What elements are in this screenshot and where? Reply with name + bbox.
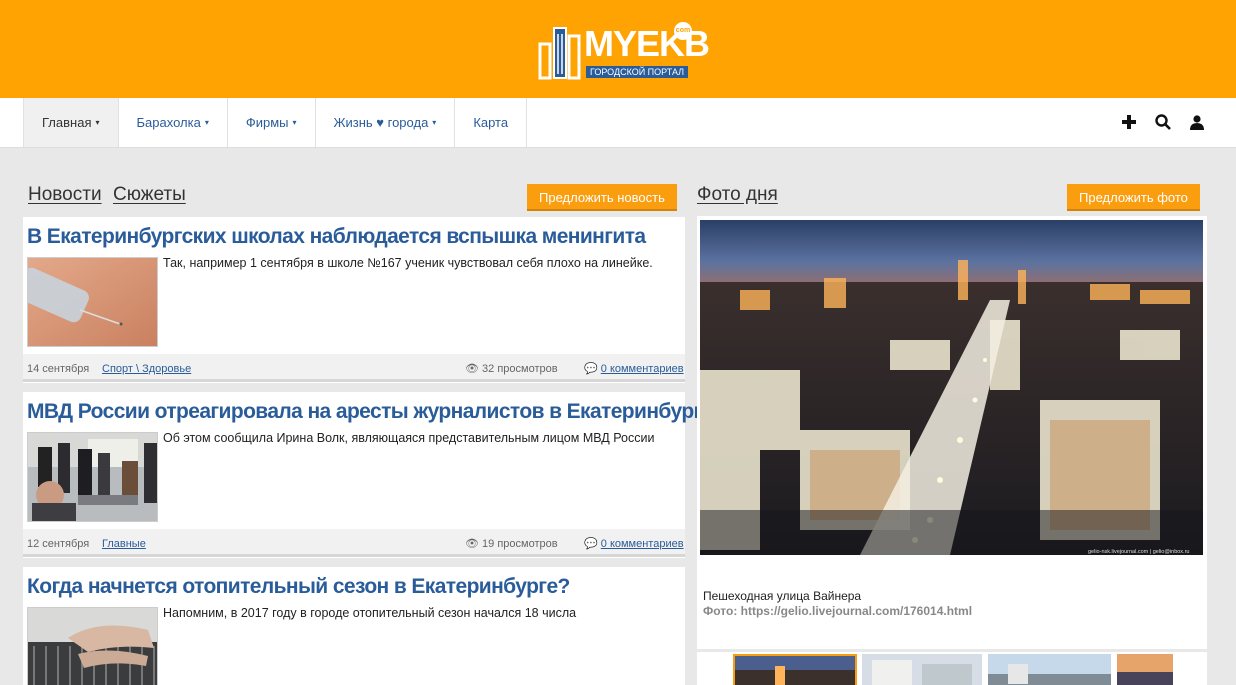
news-comments-link[interactable]: 💬 0 комментариев bbox=[584, 362, 684, 375]
news-title[interactable]: Когда начнется отопительный сезон в Екат… bbox=[27, 575, 570, 599]
buildings-logo-icon bbox=[538, 27, 581, 80]
news-card: Когда начнется отопительный сезон в Екат… bbox=[23, 567, 685, 685]
comment-icon: 💬 bbox=[584, 538, 598, 550]
logo-tagline: ГОРОДСКОЙ ПОРТАЛ bbox=[586, 66, 689, 78]
comment-icon: 💬 bbox=[584, 363, 598, 375]
news-title[interactable]: МВД России отреагировала на аресты журна… bbox=[27, 400, 713, 424]
news-excerpt: Об этом сообщила Ирина Волк, являющаяся … bbox=[163, 431, 655, 445]
chevron-down-icon: ▾ bbox=[292, 118, 297, 127]
logo-com-badge: com bbox=[674, 22, 692, 40]
news-meta-bar: 14 сентября Спорт \ Здоровье 👁 32 просмо… bbox=[23, 354, 685, 382]
nav-item-label: Фирмы bbox=[245, 115, 289, 130]
nav-item-map[interactable]: Карта bbox=[455, 98, 528, 147]
photo-of-day-image[interactable]: gelio-nsk.livejournal.com | gelio@inbox.… bbox=[700, 220, 1203, 555]
news-category-link[interactable]: Главные bbox=[102, 538, 146, 550]
site-header: MYEKB com ГОРОДСКОЙ ПОРТАЛ bbox=[0, 0, 1236, 98]
photo-thumbnail[interactable] bbox=[988, 654, 1111, 685]
eye-icon: 👁 bbox=[465, 363, 479, 375]
nav-item-label: Карта bbox=[473, 115, 509, 130]
photo-thumbnail[interactable] bbox=[862, 654, 982, 685]
tab-news[interactable]: Новости bbox=[28, 184, 102, 206]
news-excerpt: Напомним, в 2017 году в городе отопитель… bbox=[163, 606, 577, 620]
news-card: В Екатеринбургских школах наблюдается вс… bbox=[23, 217, 685, 383]
photo-watermark: gelio-nsk.livejournal.com | gelio@inbox.… bbox=[1088, 549, 1189, 555]
nav-item-city-life[interactable]: Жизнь ♥ города ▾ bbox=[316, 98, 456, 147]
nav-menu: Главная ▾ Барахолка ▾ Фирмы ▾ Жизнь ♥ город… bbox=[23, 98, 528, 147]
news-date: 12 сентября bbox=[27, 538, 90, 550]
news-category-link[interactable]: Спорт \ Здоровье bbox=[102, 363, 191, 375]
tab-stories[interactable]: Сюжеты bbox=[113, 184, 186, 206]
photo-thumbnail-selected[interactable] bbox=[733, 654, 857, 685]
chevron-down-icon: ▾ bbox=[432, 118, 437, 127]
news-date: 14 сентября bbox=[27, 363, 90, 375]
nav-item-label: Жизнь ♥ города bbox=[333, 115, 429, 130]
site-logo[interactable]: MYEKB com ГОРОДСКОЙ ПОРТАЛ bbox=[538, 20, 710, 82]
search-icon[interactable] bbox=[1154, 111, 1172, 133]
nav-item-label: Барахолка bbox=[136, 115, 201, 130]
photo-thumbnail[interactable] bbox=[1117, 654, 1173, 685]
news-views: 👁 19 просмотров bbox=[465, 538, 558, 550]
suggest-news-button[interactable]: Предложить новость bbox=[527, 184, 677, 211]
chevron-down-icon: ▾ bbox=[204, 118, 209, 127]
news-excerpt: Так, например 1 сентября в школе №167 уч… bbox=[163, 256, 653, 270]
news-meta-bar: 12 сентября Главные 👁 19 просмотров 💬 0 … bbox=[23, 529, 685, 557]
eye-icon: 👁 bbox=[465, 538, 479, 550]
main-navbar: Главная ▾ Барахолка ▾ Фирмы ▾ Жизнь ♥ город… bbox=[0, 98, 1236, 148]
photo-of-day-panel: gelio-nsk.livejournal.com | gelio@inbox.… bbox=[697, 216, 1207, 649]
news-thumbnail-syringe[interactable] bbox=[27, 257, 158, 347]
suggest-photo-button[interactable]: Предложить фото bbox=[1067, 184, 1200, 211]
news-card: МВД России отреагировала на аресты журна… bbox=[23, 392, 713, 558]
plus-icon[interactable] bbox=[1120, 111, 1138, 133]
photo-credit: Фото: https://gelio.livejournal.com/1760… bbox=[703, 604, 973, 618]
news-views: 👁 32 просмотров bbox=[465, 363, 558, 375]
nav-item-home[interactable]: Главная ▾ bbox=[24, 98, 119, 147]
photo-caption: Пешеходная улица Вайнера bbox=[703, 589, 862, 603]
user-icon[interactable] bbox=[1188, 111, 1206, 133]
chevron-down-icon: ▾ bbox=[95, 118, 100, 127]
news-thumbnail-radiator[interactable] bbox=[27, 607, 158, 685]
news-comments-link[interactable]: 💬 0 комментариев bbox=[584, 537, 684, 550]
nav-item-companies[interactable]: Фирмы ▾ bbox=[228, 98, 316, 147]
nav-item-flea-market[interactable]: Барахолка ▾ bbox=[119, 98, 228, 147]
photo-thumbnails-strip bbox=[697, 652, 1207, 685]
nav-item-label: Главная bbox=[42, 115, 92, 130]
news-title[interactable]: В Екатеринбургских школах наблюдается вс… bbox=[27, 225, 646, 249]
photo-of-day-heading[interactable]: Фото дня bbox=[697, 184, 778, 206]
nav-actions bbox=[1120, 111, 1206, 133]
news-thumbnail-arrests[interactable] bbox=[27, 432, 158, 522]
